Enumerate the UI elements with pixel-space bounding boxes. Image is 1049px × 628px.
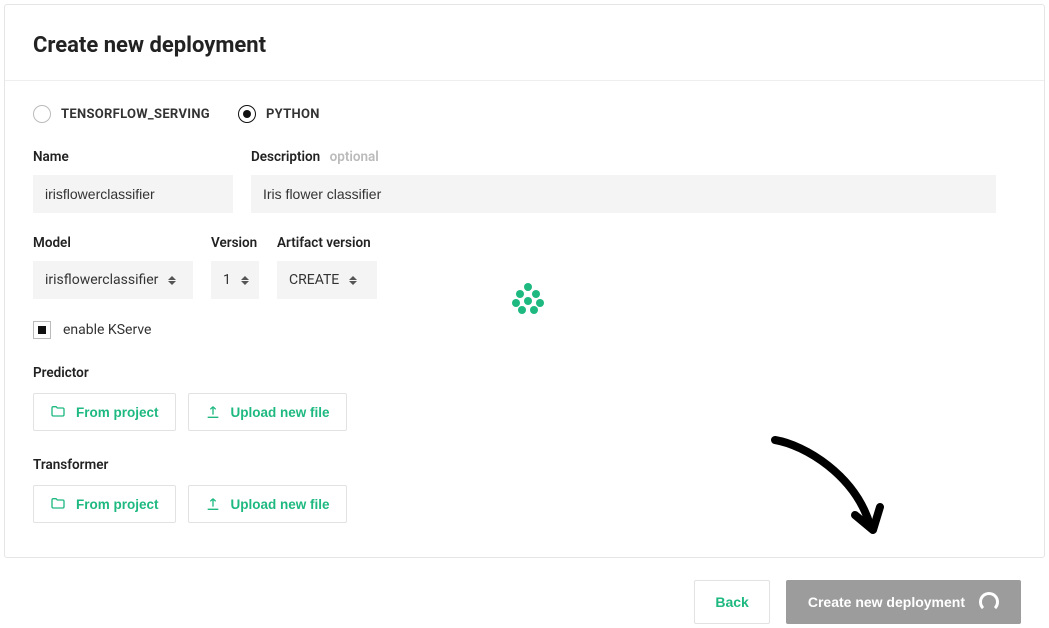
predictor-label: Predictor — [33, 365, 1016, 381]
model-label: Model — [33, 235, 193, 251]
spinner-icon — [979, 592, 999, 612]
name-description-row: Name Description optional — [33, 149, 1016, 213]
page-title: Create new deployment — [33, 33, 1016, 58]
artifact-version-label: Artifact version — [277, 235, 377, 251]
description-label: Description optional — [251, 149, 1016, 165]
transformer-upload-button[interactable]: Upload new file — [188, 485, 347, 523]
name-label: Name — [33, 149, 233, 165]
radio-icon — [238, 105, 256, 123]
checkbox-checked-icon — [38, 326, 46, 334]
version-selected-value: 1 — [223, 272, 231, 288]
radio-tensorflow-serving[interactable]: TENSORFLOW_SERVING — [33, 105, 210, 123]
model-selected-value: irisflowerclassifier — [45, 272, 158, 288]
folder-icon — [50, 404, 66, 420]
create-deployment-button[interactable]: Create new deployment — [786, 580, 1021, 624]
select-caret-icon — [168, 276, 176, 285]
description-field-group: Description optional — [251, 149, 1016, 213]
name-input[interactable] — [33, 175, 233, 213]
button-label: From project — [76, 405, 159, 420]
radio-python[interactable]: PYTHON — [238, 105, 320, 123]
select-caret-icon — [349, 276, 357, 285]
transformer-label: Transformer — [33, 457, 1016, 473]
enable-kserve-checkbox[interactable] — [33, 321, 51, 339]
enable-kserve-label: enable KServe — [63, 322, 151, 338]
button-label: Create new deployment — [808, 594, 965, 610]
button-label: From project — [76, 497, 159, 512]
optional-hint: optional — [330, 149, 379, 165]
version-field-group: Version 1 — [211, 235, 259, 299]
footer-actions: Back Create new deployment — [0, 562, 1049, 628]
folder-icon — [50, 496, 66, 512]
upload-icon — [205, 496, 221, 512]
upload-icon — [205, 404, 221, 420]
predictor-upload-button[interactable]: Upload new file — [188, 393, 347, 431]
model-field-group: Model irisflowerclassifier — [33, 235, 193, 299]
radio-label: TENSORFLOW_SERVING — [61, 107, 210, 122]
transformer-buttons: From project Upload new file — [33, 485, 1016, 523]
predictor-from-project-button[interactable]: From project — [33, 393, 176, 431]
serving-type-radio-group: TENSORFLOW_SERVING PYTHON — [33, 105, 1016, 123]
description-label-text: Description — [251, 149, 320, 165]
artifact-version-selected-value: CREATE — [289, 272, 339, 288]
name-field-group: Name — [33, 149, 233, 213]
description-input[interactable] — [251, 175, 996, 213]
version-select[interactable]: 1 — [211, 261, 259, 299]
version-label: Version — [211, 235, 259, 251]
back-button[interactable]: Back — [694, 580, 769, 624]
artifact-version-select[interactable]: CREATE — [277, 261, 377, 299]
transformer-from-project-button[interactable]: From project — [33, 485, 176, 523]
radio-icon — [33, 105, 51, 123]
predictor-buttons: From project Upload new file — [33, 393, 1016, 431]
button-label: Upload new file — [231, 497, 330, 512]
radio-label: PYTHON — [266, 107, 320, 122]
panel-header: Create new deployment — [5, 5, 1044, 81]
button-label: Upload new file — [231, 405, 330, 420]
panel-body: TENSORFLOW_SERVING PYTHON Name Descripti… — [5, 81, 1044, 557]
enable-kserve-row: enable KServe — [33, 321, 1016, 339]
select-caret-icon — [241, 276, 249, 285]
model-version-row: Model irisflowerclassifier Version 1 Art… — [33, 235, 1016, 299]
artifact-version-field-group: Artifact version CREATE — [277, 235, 377, 299]
create-deployment-panel: Create new deployment TENSORFLOW_SERVING… — [4, 4, 1045, 558]
model-select[interactable]: irisflowerclassifier — [33, 261, 193, 299]
